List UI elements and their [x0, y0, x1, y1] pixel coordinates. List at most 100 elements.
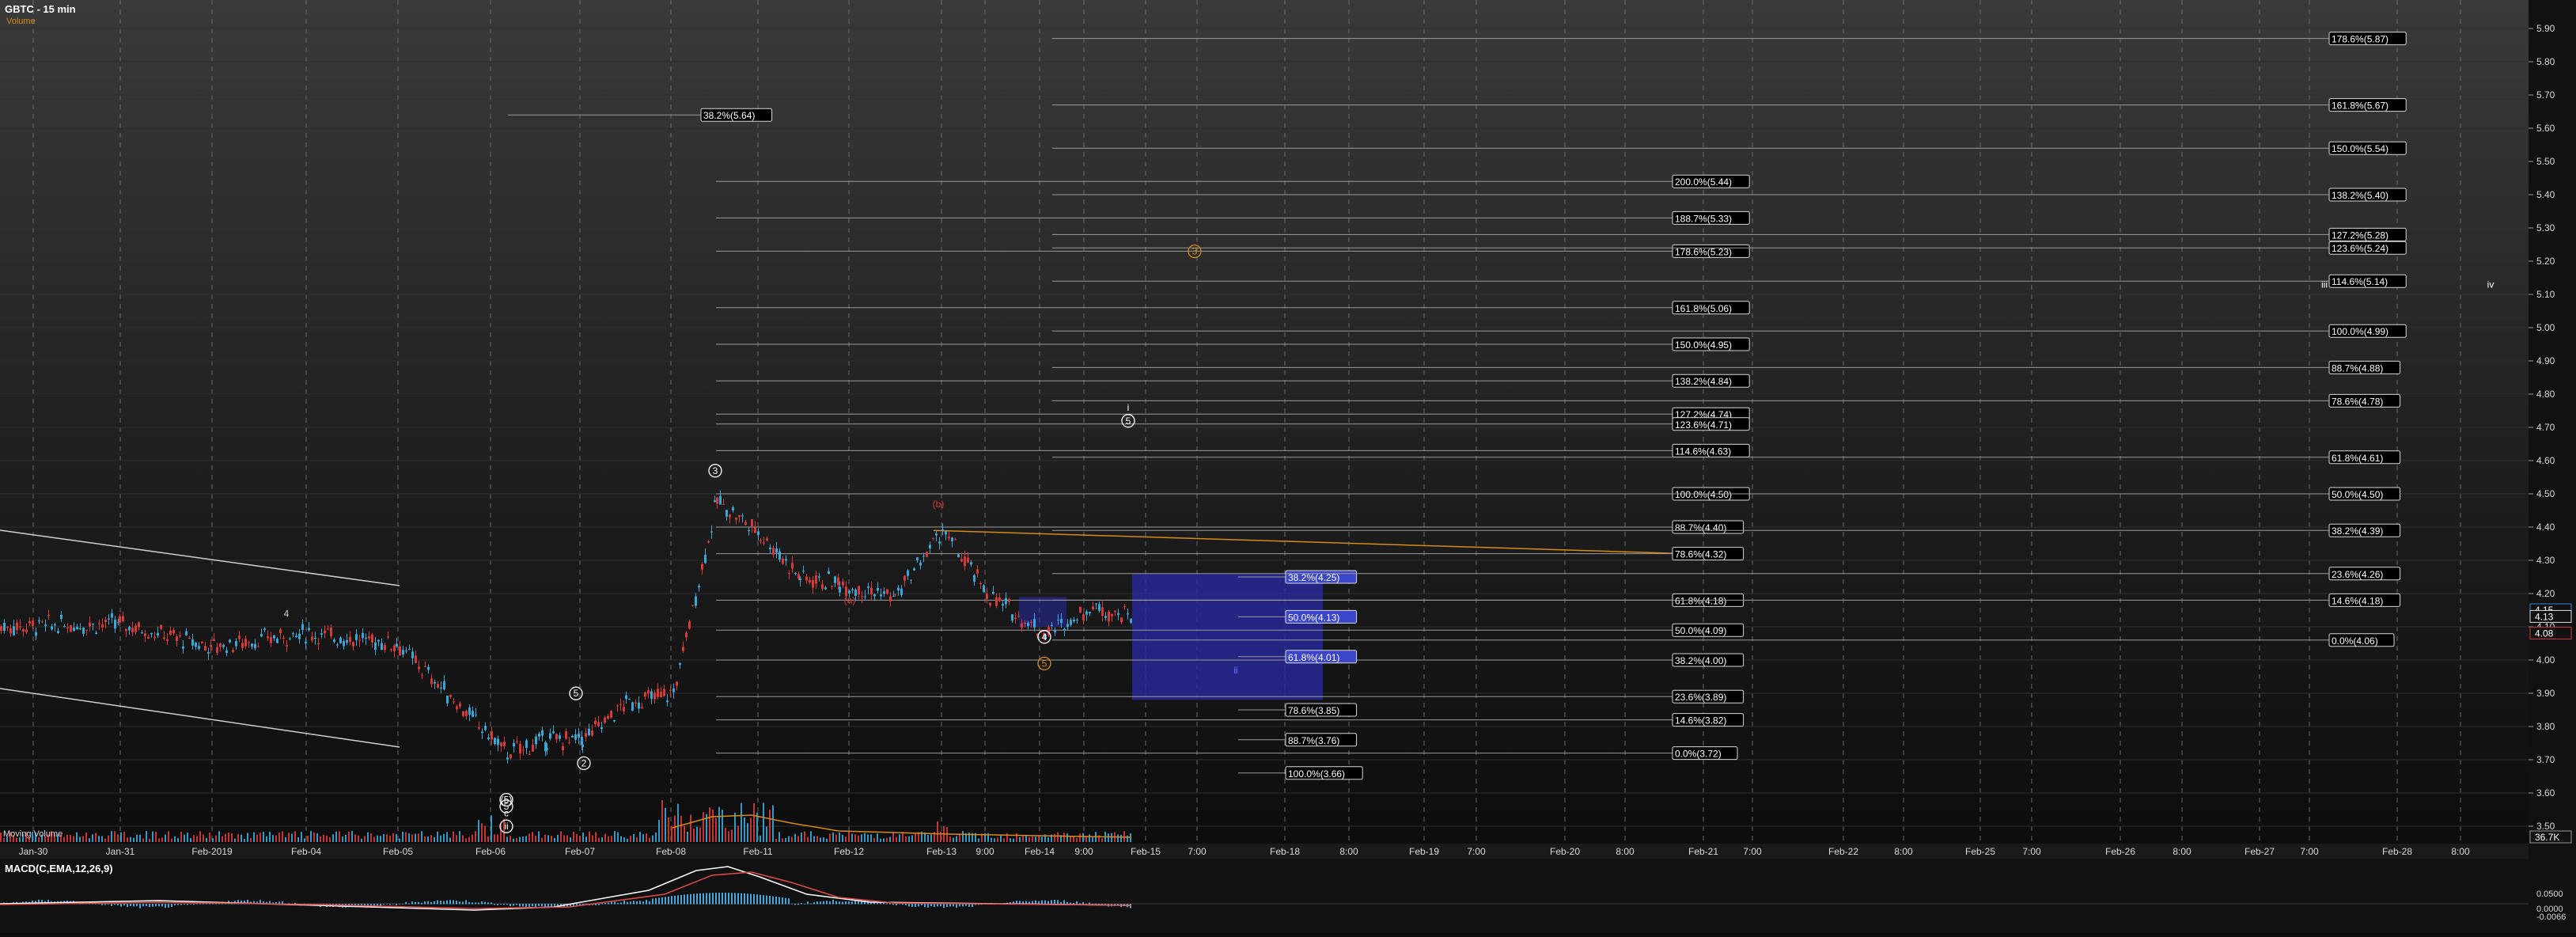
y-tick-label: 5.40	[2536, 189, 2555, 200]
price-chart[interactable]: 38.2%(5.64) 200.0%(5.44) 188.7%(5.33) 178.6…	[0, 0, 2576, 933]
fib-level-label: 50.0%(4.09)	[1675, 625, 1726, 636]
candle-body	[286, 645, 288, 647]
volume-bar	[1038, 835, 1040, 842]
macd-histogram-bar	[785, 897, 786, 905]
volume-bar	[373, 836, 375, 842]
candle-body	[873, 594, 876, 597]
candle-body	[861, 596, 863, 597]
candle-body	[292, 633, 294, 635]
candle-body	[358, 639, 361, 641]
candle-body	[964, 556, 966, 567]
candle-body	[532, 745, 534, 752]
macd-histogram-bar	[823, 901, 824, 905]
volume-bar	[481, 823, 483, 842]
candle-body	[434, 681, 436, 684]
volume-bar	[301, 832, 302, 842]
x-tick-label: 7:00	[1743, 846, 1762, 857]
candle-body	[834, 576, 836, 583]
volume-bar	[832, 833, 834, 842]
candle-body	[631, 702, 634, 711]
candle-body	[301, 624, 304, 630]
candle-body	[1117, 613, 1119, 615]
wave-label: 2	[581, 757, 587, 768]
candle-body	[51, 626, 53, 630]
candle-body	[604, 717, 606, 723]
wave-label: ii	[1233, 665, 1237, 676]
volume-bar	[614, 831, 616, 842]
volume-bar	[152, 831, 153, 842]
volume-bar	[528, 833, 530, 842]
macd-histogram-bar	[1073, 902, 1074, 905]
fib-level-label: 114.6%(5.14)	[2332, 276, 2388, 287]
candle-body	[938, 541, 941, 544]
macd-histogram-bar	[826, 901, 828, 905]
candle-body	[163, 637, 165, 639]
wave-label: (b)	[933, 499, 945, 510]
x-tick-label: 8:00	[1616, 846, 1635, 857]
candle-body	[922, 556, 925, 557]
volume-bar	[354, 834, 356, 842]
y-tick-label: 4.60	[2536, 455, 2555, 466]
candle-body	[1082, 614, 1085, 621]
candle-body	[134, 625, 137, 632]
fib-level-label: 100.0%(4.50)	[1675, 489, 1732, 500]
x-tick-label: Feb-12	[834, 846, 864, 857]
y-tick-label: 4.40	[2536, 522, 2555, 533]
volume-bar	[472, 834, 473, 842]
fib-level-label: 78.6%(4.78)	[2332, 396, 2383, 407]
candle-body	[957, 554, 960, 558]
macd-histogram-bar	[709, 893, 710, 905]
candle-body	[837, 577, 839, 586]
candle-body	[710, 531, 713, 533]
candle-body	[122, 616, 124, 621]
macd-histogram-bar	[1089, 902, 1090, 905]
volume-bar	[718, 806, 720, 842]
candle-body	[295, 635, 297, 638]
macd-histogram-bar	[797, 904, 799, 905]
macd-histogram-bar	[443, 901, 445, 905]
volume-bar	[76, 832, 78, 842]
volume-bar	[823, 837, 824, 842]
macd-histogram-bar	[715, 893, 717, 905]
volume-bar	[222, 836, 223, 842]
volume-bar	[677, 803, 679, 842]
volume-bar	[858, 835, 859, 842]
candle-body	[763, 542, 765, 544]
macd-histogram-bar	[813, 902, 815, 905]
y-tick-label: 4.70	[2536, 422, 2555, 433]
chart-root: 38.2%(5.64) 200.0%(5.44) 188.7%(5.33) 178.6…	[0, 0, 2576, 933]
macd-histogram-bar	[630, 901, 631, 905]
volume-bar	[108, 835, 109, 842]
candle-body	[535, 736, 537, 745]
candle-body	[647, 690, 650, 694]
volume-bar	[114, 831, 116, 842]
wave-label: iii	[2321, 279, 2328, 290]
volume-bar	[870, 834, 872, 842]
macd-histogram-bar	[880, 902, 881, 905]
macd-histogram-bar	[851, 901, 853, 905]
macd-histogram-bar	[449, 900, 451, 905]
fib-level-label: 61.8%(4.18)	[1675, 595, 1726, 606]
candle-body	[1111, 613, 1113, 616]
volume-bar	[829, 833, 831, 842]
candle-body	[111, 613, 113, 618]
candle-body	[870, 587, 873, 595]
fib-level-label: 14.6%(3.82)	[1675, 715, 1726, 726]
candle-body	[525, 740, 528, 749]
macd-histogram-bar	[902, 904, 903, 905]
candle-body	[544, 742, 547, 752]
macd-histogram-bar	[747, 893, 748, 905]
candle-body	[462, 711, 464, 716]
candle-body	[818, 576, 820, 578]
candle-body	[880, 594, 882, 597]
candle-body	[73, 628, 75, 632]
volume-bar	[1025, 835, 1027, 842]
candle-body	[757, 531, 760, 535]
macd-histogram-bar	[146, 904, 147, 907]
fib-level-label: 88.7%(4.40)	[1675, 522, 1726, 533]
candle-body	[653, 692, 656, 700]
macd-histogram-bar	[500, 904, 502, 905]
volume-bar	[380, 836, 381, 842]
candle-body	[644, 692, 646, 697]
volume-bar	[1032, 836, 1033, 842]
